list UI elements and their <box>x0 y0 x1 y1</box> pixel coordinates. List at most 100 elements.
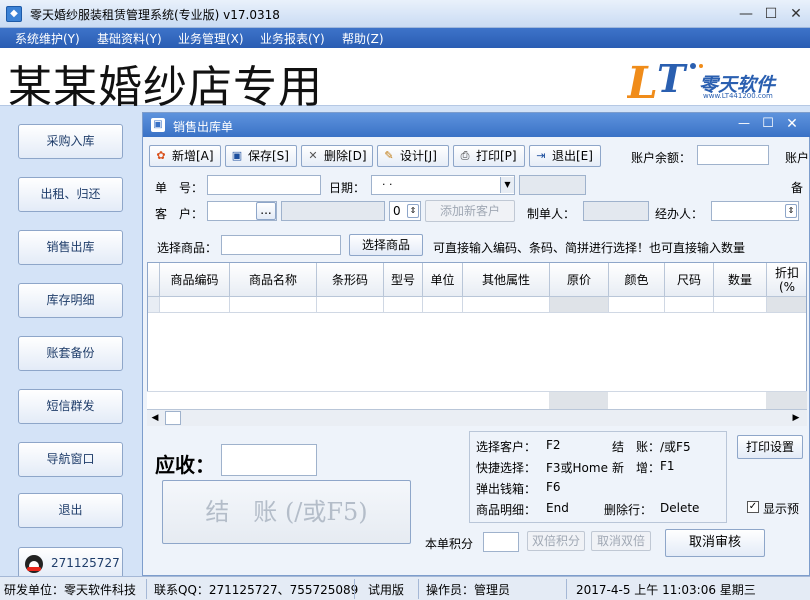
print-settings-button[interactable]: 打印设置 <box>737 435 803 459</box>
new-button[interactable]: ✿新增[A] <box>149 145 221 167</box>
customer-label: 客 户： <box>155 205 203 222</box>
add-customer-button[interactable]: 添加新客户 <box>425 200 515 222</box>
qq-contact-button[interactable]: 271125727 <box>18 547 123 579</box>
shortcut-key: F1 <box>660 459 675 473</box>
status-divider <box>146 579 147 599</box>
points-label: 本单积分 <box>425 535 473 552</box>
app-icon: ◆ <box>6 6 22 22</box>
double-points-button[interactable]: 双倍积分 <box>527 531 585 551</box>
menu-reports[interactable]: 业务报表(Y) <box>260 30 325 47</box>
scroll-right-icon[interactable]: ▶ <box>789 411 803 425</box>
sidebar-item-rent-return[interactable]: 出租、归还 <box>18 177 123 212</box>
table-cell <box>148 297 160 313</box>
shortcut-label: 选择客户： <box>476 438 536 455</box>
table-cell[interactable] <box>317 297 384 313</box>
close-button[interactable]: ✕ <box>785 4 807 24</box>
child-minimize-button[interactable]: — <box>735 116 753 130</box>
show-preview-label: 显示预 <box>763 500 799 517</box>
table-header-cell: 商品名称 <box>230 263 317 297</box>
sidebar-item-exit[interactable]: 退出 <box>18 493 123 528</box>
child-window-title: 销售出库单 <box>173 118 233 135</box>
print-button[interactable]: ⎙打印[P] <box>453 145 525 167</box>
show-preview-checkbox[interactable]: ✓ <box>747 501 759 513</box>
handler-dropdown-icon[interactable]: ⇕ <box>785 204 797 218</box>
shortcut-label: 结 账： <box>612 438 660 455</box>
table-header-cell: 其他属性 <box>463 263 550 297</box>
menu-basic-data[interactable]: 基础资料(Y) <box>97 30 162 47</box>
shortcut-key: /或F5 <box>660 438 691 455</box>
scroll-left-icon[interactable]: ◀ <box>148 411 162 425</box>
table-cell[interactable] <box>609 297 665 313</box>
sidebar-item-sales-out[interactable]: 销售出库 <box>18 230 123 265</box>
table-cell[interactable] <box>665 297 714 313</box>
sidebar-item-purchase-in[interactable]: 采购入库 <box>18 124 123 159</box>
child-close-button[interactable]: ✕ <box>783 116 801 132</box>
maker-field <box>583 201 649 221</box>
shortcut-label: 新 增： <box>612 459 660 476</box>
table-cell[interactable] <box>384 297 423 313</box>
chevron-down-icon[interactable]: ▼ <box>500 177 514 193</box>
balance-field[interactable] <box>697 145 769 165</box>
date-value: · · <box>382 178 393 191</box>
customer-count-stepper[interactable]: 0 ⇕ <box>389 201 421 221</box>
design-icon: ✎ <box>382 149 396 163</box>
table-header-cell: 颜色 <box>609 263 665 297</box>
table-cell[interactable] <box>423 297 463 313</box>
stepper-icon[interactable]: ⇕ <box>407 204 419 218</box>
order-no-input[interactable] <box>207 175 321 195</box>
receivable-field[interactable] <box>221 444 317 476</box>
shortcut-key: F2 <box>546 438 561 452</box>
menu-business[interactable]: 业务管理(X) <box>178 30 244 47</box>
date-picker[interactable]: · · ▼ <box>371 175 515 195</box>
delete-button[interactable]: ✕删除[D] <box>301 145 373 167</box>
form-icon: ▣ <box>151 118 165 132</box>
handler-select[interactable]: ⇕ <box>711 201 799 221</box>
table-cell[interactable] <box>230 297 317 313</box>
save-button[interactable]: ▣保存[S] <box>225 145 297 167</box>
cancel-audit-button[interactable]: 取消审核 <box>665 529 765 557</box>
delete-icon: ✕ <box>306 149 320 163</box>
table-header-cell: 型号 <box>384 263 423 297</box>
scroll-thumb[interactable] <box>165 411 181 425</box>
points-field[interactable] <box>483 532 519 552</box>
print-button-label: 打印[P] <box>476 149 517 163</box>
date-label: 日期： <box>329 179 365 196</box>
minimize-button[interactable]: — <box>735 4 757 24</box>
table-header-cell: 折扣(% <box>767 263 807 297</box>
table-cell[interactable] <box>714 297 767 313</box>
sidebar-item-navigation[interactable]: 导航窗口 <box>18 442 123 477</box>
table-header-cell: 原价 <box>550 263 609 297</box>
select-goods-input[interactable] <box>221 235 341 255</box>
sidebar-item-backup[interactable]: 账套备份 <box>18 336 123 371</box>
contact-info: 联系QQ：271125727、755725089 <box>154 581 358 598</box>
status-divider <box>566 579 567 599</box>
save-icon: ▣ <box>230 149 244 163</box>
sidebar-item-stock-detail[interactable]: 库存明细 <box>18 283 123 318</box>
menu-system[interactable]: 系统维护(Y) <box>15 30 80 47</box>
exit-button[interactable]: ⇥退出[E] <box>529 145 601 167</box>
child-maximize-button[interactable]: ☐ <box>759 116 777 131</box>
checkout-button[interactable]: 结 账 (/或F5) <box>162 480 411 544</box>
edition-info: 试用版 <box>368 581 404 598</box>
child-title-bar: ▣ 销售出库单 — ☐ ✕ <box>143 113 810 137</box>
customer-browse-button[interactable]: ... <box>256 202 276 220</box>
select-goods-button[interactable]: 选择商品 <box>349 234 423 256</box>
horizontal-scrollbar[interactable]: ◀ ▶ <box>147 409 807 426</box>
table-header-cell: 数量 <box>714 263 767 297</box>
menu-help[interactable]: 帮助(Z) <box>342 30 384 47</box>
customer-input[interactable]: ... <box>207 201 277 221</box>
shortcut-label: 弹出钱箱： <box>476 480 536 497</box>
company-logo: L T 零天软件 www.LT441200.com <box>627 56 807 104</box>
developer-info: 研发单位：零天软件科技 <box>4 581 136 598</box>
table-cell[interactable] <box>463 297 550 313</box>
design-button[interactable]: ✎设计[J] <box>377 145 449 167</box>
cancel-double-button[interactable]: 取消双倍 <box>591 531 651 551</box>
status-divider <box>354 579 355 599</box>
table-header-cell: 条形码 <box>317 263 384 297</box>
table-cell[interactable] <box>160 297 230 313</box>
account-label-cut: 账户 <box>785 149 809 166</box>
shortcut-label: 商品明细： <box>476 501 536 518</box>
table-header-cell: 单位 <box>423 263 463 297</box>
sidebar-item-sms[interactable]: 短信群发 <box>18 389 123 424</box>
maximize-button[interactable]: ☐ <box>760 4 782 24</box>
